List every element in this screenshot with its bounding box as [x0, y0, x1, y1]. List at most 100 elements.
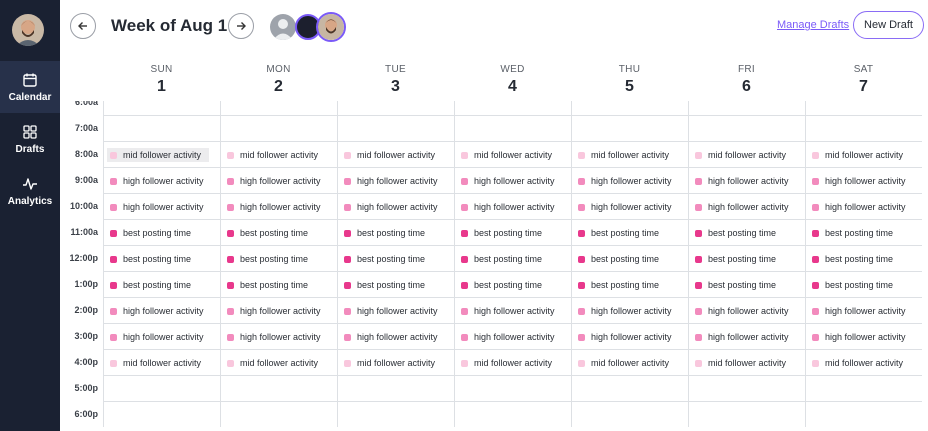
time-slot-cell[interactable]: [220, 401, 337, 427]
time-slot-cell[interactable]: best posting time: [103, 271, 220, 297]
time-slot-cell[interactable]: high follower activity: [805, 297, 922, 323]
time-slot-cell[interactable]: high follower activity: [337, 297, 454, 323]
time-slot-cell[interactable]: [805, 101, 922, 115]
time-slot-cell[interactable]: high follower activity: [337, 193, 454, 219]
time-slot-cell[interactable]: mid follower activity: [805, 349, 922, 375]
time-slot-cell[interactable]: high follower activity: [454, 323, 571, 349]
time-slot-cell[interactable]: high follower activity: [688, 193, 805, 219]
time-slot-cell[interactable]: high follower activity: [103, 297, 220, 323]
sidebar-item-drafts[interactable]: Drafts: [0, 113, 60, 165]
time-slot-cell[interactable]: mid follower activity: [337, 141, 454, 167]
time-slot-cell[interactable]: [571, 115, 688, 141]
time-slot-cell[interactable]: mid follower activity: [571, 141, 688, 167]
time-slot-cell[interactable]: best posting time: [454, 219, 571, 245]
time-slot-cell[interactable]: best posting time: [337, 219, 454, 245]
time-slot-cell[interactable]: mid follower activity: [103, 349, 220, 375]
time-slot-cell[interactable]: [337, 401, 454, 427]
time-slot-cell[interactable]: high follower activity: [103, 167, 220, 193]
sidebar-item-calendar[interactable]: Calendar: [0, 61, 60, 113]
account-avatar-default[interactable]: [270, 14, 296, 40]
time-slot-cell[interactable]: high follower activity: [220, 167, 337, 193]
time-slot-cell[interactable]: [103, 115, 220, 141]
time-slot-cell[interactable]: best posting time: [103, 219, 220, 245]
time-slot-cell[interactable]: [571, 401, 688, 427]
time-slot-cell[interactable]: best posting time: [337, 271, 454, 297]
account-avatar-photo[interactable]: [316, 12, 346, 42]
new-draft-button[interactable]: New Draft: [853, 11, 924, 39]
time-slot-cell[interactable]: best posting time: [805, 245, 922, 271]
next-week-button[interactable]: [228, 13, 254, 39]
time-slot-cell[interactable]: best posting time: [454, 271, 571, 297]
time-slot-cell[interactable]: [805, 375, 922, 401]
time-slot-cell[interactable]: high follower activity: [337, 323, 454, 349]
time-slot-cell[interactable]: high follower activity: [220, 323, 337, 349]
time-slot-cell[interactable]: mid follower activity: [337, 349, 454, 375]
time-slot-cell[interactable]: [220, 115, 337, 141]
time-slot-cell[interactable]: high follower activity: [103, 193, 220, 219]
time-slot-cell[interactable]: mid follower activity: [688, 141, 805, 167]
time-slot-cell[interactable]: [688, 115, 805, 141]
time-slot-cell[interactable]: high follower activity: [220, 297, 337, 323]
time-slot-cell[interactable]: mid follower activity: [688, 349, 805, 375]
time-slot-cell[interactable]: best posting time: [103, 245, 220, 271]
manage-drafts-link[interactable]: Manage Drafts: [777, 19, 849, 31]
time-slot-cell[interactable]: [103, 401, 220, 427]
time-slot-cell[interactable]: [688, 375, 805, 401]
time-slot-cell[interactable]: high follower activity: [805, 323, 922, 349]
time-slot-cell[interactable]: best posting time: [688, 219, 805, 245]
time-slot-cell[interactable]: [454, 115, 571, 141]
time-slot-cell[interactable]: [337, 101, 454, 115]
time-slot-cell[interactable]: [103, 101, 220, 115]
time-slot-cell[interactable]: high follower activity: [103, 323, 220, 349]
time-slot-cell[interactable]: mid follower activity: [805, 141, 922, 167]
time-slot-cell[interactable]: mid follower activity: [220, 349, 337, 375]
time-slot-cell[interactable]: high follower activity: [571, 297, 688, 323]
time-slot-cell[interactable]: [103, 375, 220, 401]
time-slot-cell[interactable]: [454, 375, 571, 401]
time-slot-cell[interactable]: high follower activity: [337, 167, 454, 193]
time-slot-cell[interactable]: [688, 101, 805, 115]
time-slot-cell[interactable]: high follower activity: [805, 193, 922, 219]
time-slot-cell[interactable]: high follower activity: [688, 297, 805, 323]
time-slot-cell[interactable]: [571, 375, 688, 401]
time-slot-cell[interactable]: mid follower activity: [103, 141, 220, 167]
time-slot-cell[interactable]: best posting time: [571, 245, 688, 271]
time-slot-cell[interactable]: [337, 115, 454, 141]
time-slot-cell[interactable]: [454, 401, 571, 427]
time-slot-cell[interactable]: mid follower activity: [220, 141, 337, 167]
time-slot-cell[interactable]: best posting time: [454, 245, 571, 271]
time-slot-cell[interactable]: [220, 101, 337, 115]
time-slot-cell[interactable]: [337, 375, 454, 401]
time-slot-cell[interactable]: high follower activity: [454, 193, 571, 219]
time-slot-cell[interactable]: [805, 115, 922, 141]
time-slot-cell[interactable]: [805, 401, 922, 427]
time-slot-cell[interactable]: [688, 401, 805, 427]
time-slot-cell[interactable]: best posting time: [220, 219, 337, 245]
time-slot-cell[interactable]: high follower activity: [688, 167, 805, 193]
time-slot-cell[interactable]: high follower activity: [571, 193, 688, 219]
time-slot-cell[interactable]: [454, 101, 571, 115]
time-slot-cell[interactable]: mid follower activity: [571, 349, 688, 375]
time-slot-cell[interactable]: best posting time: [337, 245, 454, 271]
sidebar-item-analytics[interactable]: Analytics: [0, 165, 60, 217]
time-slot-cell[interactable]: high follower activity: [688, 323, 805, 349]
previous-week-button[interactable]: [70, 13, 96, 39]
time-slot-cell[interactable]: high follower activity: [571, 323, 688, 349]
time-slot-cell[interactable]: best posting time: [571, 219, 688, 245]
time-slot-cell[interactable]: best posting time: [571, 271, 688, 297]
time-slot-cell[interactable]: high follower activity: [805, 167, 922, 193]
time-slot-cell[interactable]: high follower activity: [220, 193, 337, 219]
time-slot-cell[interactable]: [571, 101, 688, 115]
time-slot-cell[interactable]: best posting time: [805, 271, 922, 297]
user-avatar[interactable]: [12, 14, 44, 46]
time-slot-cell[interactable]: mid follower activity: [454, 141, 571, 167]
time-slot-cell[interactable]: high follower activity: [454, 297, 571, 323]
time-slot-cell[interactable]: mid follower activity: [454, 349, 571, 375]
time-slot-cell[interactable]: [220, 375, 337, 401]
time-slot-cell[interactable]: best posting time: [688, 245, 805, 271]
time-slot-cell[interactable]: best posting time: [688, 271, 805, 297]
time-slot-cell[interactable]: best posting time: [220, 245, 337, 271]
time-slot-cell[interactable]: high follower activity: [571, 167, 688, 193]
time-slot-cell[interactable]: high follower activity: [454, 167, 571, 193]
time-slot-cell[interactable]: best posting time: [220, 271, 337, 297]
